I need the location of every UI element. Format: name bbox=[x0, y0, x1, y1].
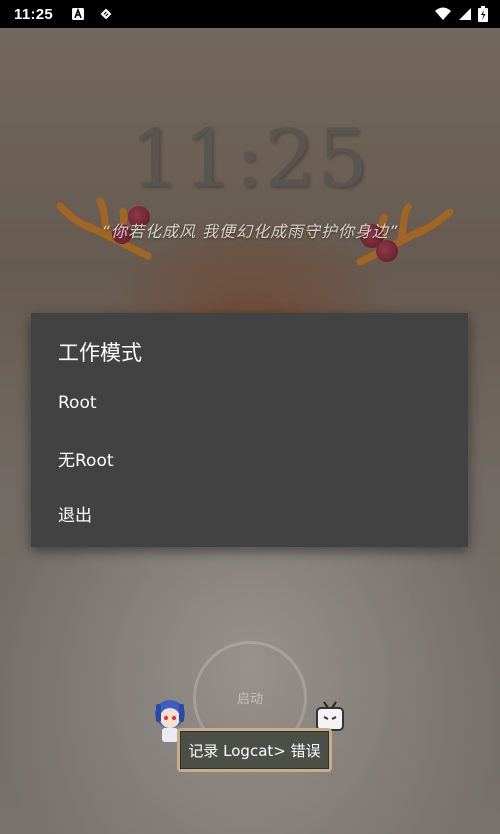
lockscreen-motto: “你若化成风 我便幻化成雨守护你身边” bbox=[101, 222, 399, 241]
dialog-title: 工作模式 bbox=[58, 341, 142, 365]
a-notification-icon bbox=[72, 7, 85, 20]
option-no-root[interactable]: 无Root bbox=[31, 431, 468, 485]
logcat-error-button-label: 记录 Logcat> 错误 bbox=[180, 731, 329, 769]
logcat-error-button[interactable]: 记录 Logcat> 错误 bbox=[177, 728, 332, 772]
work-mode-dialog: 工作模式 Root 无Root 退出 bbox=[31, 313, 468, 547]
status-time: 11:25 bbox=[14, 5, 54, 23]
wifi-icon bbox=[435, 7, 451, 20]
battery-charging-icon bbox=[478, 6, 488, 22]
lockscreen-clock: 11:25 bbox=[129, 112, 371, 205]
option-exit[interactable]: 退出 bbox=[31, 486, 468, 540]
signal-icon bbox=[459, 8, 471, 20]
start-button-label: 启动 bbox=[236, 692, 263, 707]
status-bar: 11:25 bbox=[0, 0, 500, 28]
option-no-root-label: 无Root bbox=[58, 450, 114, 471]
option-root-label: Root bbox=[58, 393, 97, 413]
option-exit-label: 退出 bbox=[58, 505, 92, 526]
option-root[interactable]: Root bbox=[31, 376, 468, 430]
sim-card-icon bbox=[100, 8, 112, 20]
